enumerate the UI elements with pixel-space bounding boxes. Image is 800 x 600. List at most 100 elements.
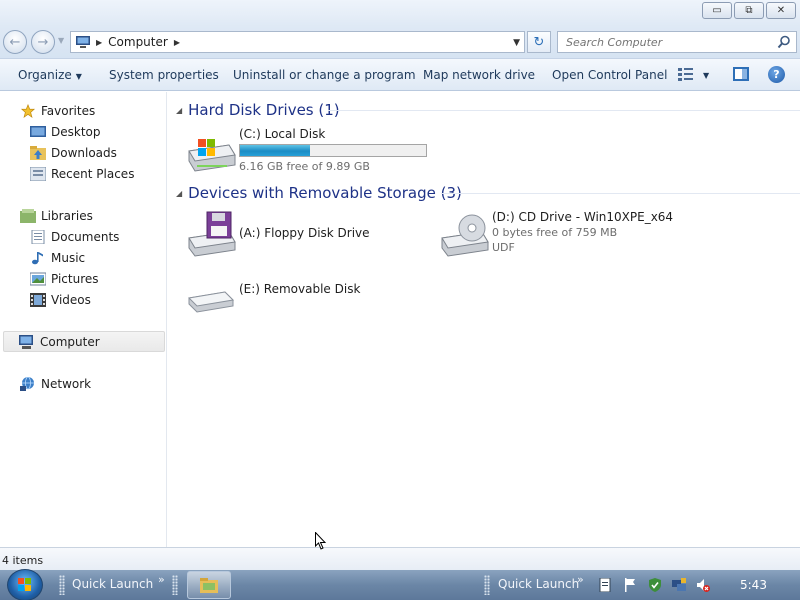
preview-pane-button[interactable]: [733, 67, 749, 81]
drive-c-free-space: 6.16 GB free of 9.89 GB: [239, 160, 370, 173]
nav-recent-places[interactable]: Recent Places: [30, 164, 134, 183]
chevron-down-icon: ▼: [75, 72, 82, 81]
drive-e-tile[interactable]: (E:) Removable Disk: [185, 272, 360, 320]
drive-c-tile[interactable]: (C:) Local Disk 6.16 GB free of 9.89 GB: [185, 127, 427, 175]
volume-muted-icon[interactable]: [696, 578, 710, 592]
nav-downloads[interactable]: Downloads: [30, 143, 117, 162]
address-dropdown-icon[interactable]: ▼: [513, 38, 520, 48]
system-properties-button[interactable]: System properties: [109, 68, 219, 82]
nav-label: Favorites: [41, 103, 96, 118]
quick-launch-toolbar-2[interactable]: Quick Launch: [498, 577, 579, 591]
address-row: ← → ▼ ▶ Computer ▶ ▼ ↻: [0, 26, 800, 58]
search-input[interactable]: [558, 32, 768, 52]
nav-network[interactable]: Network: [20, 374, 91, 393]
drive-a-tile[interactable]: (A:) Floppy Disk Drive: [185, 210, 370, 258]
music-note-icon: [32, 251, 43, 264]
open-control-panel-button[interactable]: Open Control Panel: [552, 68, 667, 82]
drive-c-name: (C:) Local Disk: [239, 127, 326, 141]
nav-documents[interactable]: Documents: [30, 227, 119, 246]
taskbar: Quick Launch » Quick Launch » 5:43: [0, 569, 800, 600]
pictures-icon: [30, 272, 46, 285]
start-button[interactable]: [7, 569, 43, 600]
windows-logo-icon: [18, 578, 31, 591]
toolbar-grip[interactable]: [59, 575, 65, 595]
nav-label: Pictures: [51, 271, 99, 286]
collapse-triangle-icon[interactable]: ◢: [176, 189, 182, 198]
collapse-triangle-icon[interactable]: ◢: [176, 106, 182, 115]
group-hard-disk-drives[interactable]: ◢ Hard Disk Drives (1): [176, 100, 340, 120]
mouse-cursor-icon: [315, 532, 327, 550]
hard-disk-windows-icon: [188, 139, 236, 172]
quick-launch-chevron-2[interactable]: »: [577, 573, 584, 586]
nav-desktop[interactable]: Desktop: [30, 122, 101, 141]
breadcrumb-arrow-icon[interactable]: ▶: [96, 38, 102, 47]
drive-a-info: (A:) Floppy Disk Drive: [239, 210, 370, 258]
navigation-pane: Favorites Desktop Downloads Recent Place…: [0, 92, 167, 547]
removable-disk-icon: [187, 291, 235, 313]
change-view-icon[interactable]: [678, 67, 694, 81]
nav-label: Network: [41, 376, 92, 391]
toolbar-grip[interactable]: [172, 575, 178, 595]
minimize-button[interactable]: ▭: [702, 2, 732, 19]
clock[interactable]: 5:43: [740, 578, 767, 592]
nav-label: Recent Places: [51, 166, 135, 181]
breadcrumb-arrow-icon[interactable]: ▶: [174, 38, 180, 47]
toolbar-grip[interactable]: [484, 575, 490, 595]
drive-d-info: (D:) CD Drive - Win10XPE_x64 0 bytes fre…: [492, 210, 673, 258]
drive-e-name: (E:) Removable Disk: [239, 282, 361, 296]
floppy-drive-icon: [188, 211, 236, 257]
nav-music[interactable]: Music: [30, 248, 85, 267]
search-box[interactable]: [557, 31, 797, 53]
view-dropdown-icon[interactable]: ▼: [703, 71, 709, 80]
organize-button[interactable]: Organize ▼: [18, 68, 82, 82]
nav-videos[interactable]: Videos: [30, 290, 91, 309]
nav-label: Downloads: [51, 145, 117, 160]
nav-favorites[interactable]: Favorites: [20, 101, 95, 120]
nav-label: Computer: [40, 334, 100, 349]
nav-libraries[interactable]: Libraries: [20, 206, 93, 225]
group-divider: [328, 110, 800, 111]
address-bar[interactable]: ▶ Computer ▶ ▼: [70, 31, 525, 53]
drive-d-tile[interactable]: (D:) CD Drive - Win10XPE_x64 0 bytes fre…: [438, 210, 673, 258]
nav-label: Desktop: [51, 124, 101, 139]
breadcrumb-computer[interactable]: Computer: [108, 35, 168, 49]
quick-launch-toolbar[interactable]: Quick Launch: [72, 577, 153, 591]
nav-computer[interactable]: Computer: [3, 331, 165, 352]
taskbar-explorer-button[interactable]: [187, 571, 231, 599]
drive-d-name: (D:) CD Drive - Win10XPE_x64: [492, 210, 674, 224]
shield-check-icon[interactable]: [648, 578, 662, 592]
item-count: 4 items: [2, 554, 44, 567]
drive-a-name: (A:) Floppy Disk Drive: [239, 226, 370, 240]
nav-pictures[interactable]: Pictures: [30, 269, 99, 288]
desktop-icon: [30, 125, 46, 137]
group-divider: [441, 193, 800, 194]
document-tray-icon[interactable]: [598, 578, 612, 592]
drive-d-filesystem: UDF: [492, 241, 515, 254]
network-tray-icon[interactable]: [672, 578, 686, 592]
group-removable-storage[interactable]: ◢ Devices with Removable Storage (3): [176, 183, 462, 203]
recent-pages-dropdown-icon[interactable]: ▼: [58, 36, 64, 45]
map-network-drive-button[interactable]: Map network drive: [423, 68, 535, 82]
status-bar: 4 items: [0, 547, 800, 570]
nav-label: Videos: [51, 292, 91, 307]
title-bar: ▭ ⧉ ✕: [0, 0, 800, 26]
forward-button[interactable]: →: [31, 30, 55, 54]
action-center-flag-icon[interactable]: [623, 578, 637, 592]
help-button[interactable]: ?: [768, 66, 785, 83]
refresh-button[interactable]: ↻: [527, 31, 551, 53]
drive-e-info: (E:) Removable Disk: [239, 272, 360, 320]
drive-d-free-space: 0 bytes free of 759 MB: [492, 226, 618, 239]
explorer-folder-icon: [200, 578, 218, 593]
drive-c-info: (C:) Local Disk 6.16 GB free of 9.89 GB: [239, 127, 427, 175]
computer-icon: [19, 334, 33, 349]
quick-launch-chevron[interactable]: »: [158, 573, 165, 586]
close-button[interactable]: ✕: [766, 2, 796, 19]
videos-icon: [30, 292, 46, 307]
maximize-button[interactable]: ⧉: [734, 2, 764, 19]
nav-label: Documents: [51, 229, 120, 244]
libraries-icon: [20, 208, 36, 223]
search-icon[interactable]: [777, 35, 791, 49]
uninstall-program-button[interactable]: Uninstall or change a program: [233, 68, 416, 82]
organize-label: Organize: [18, 68, 72, 82]
back-button[interactable]: ←: [3, 30, 27, 54]
